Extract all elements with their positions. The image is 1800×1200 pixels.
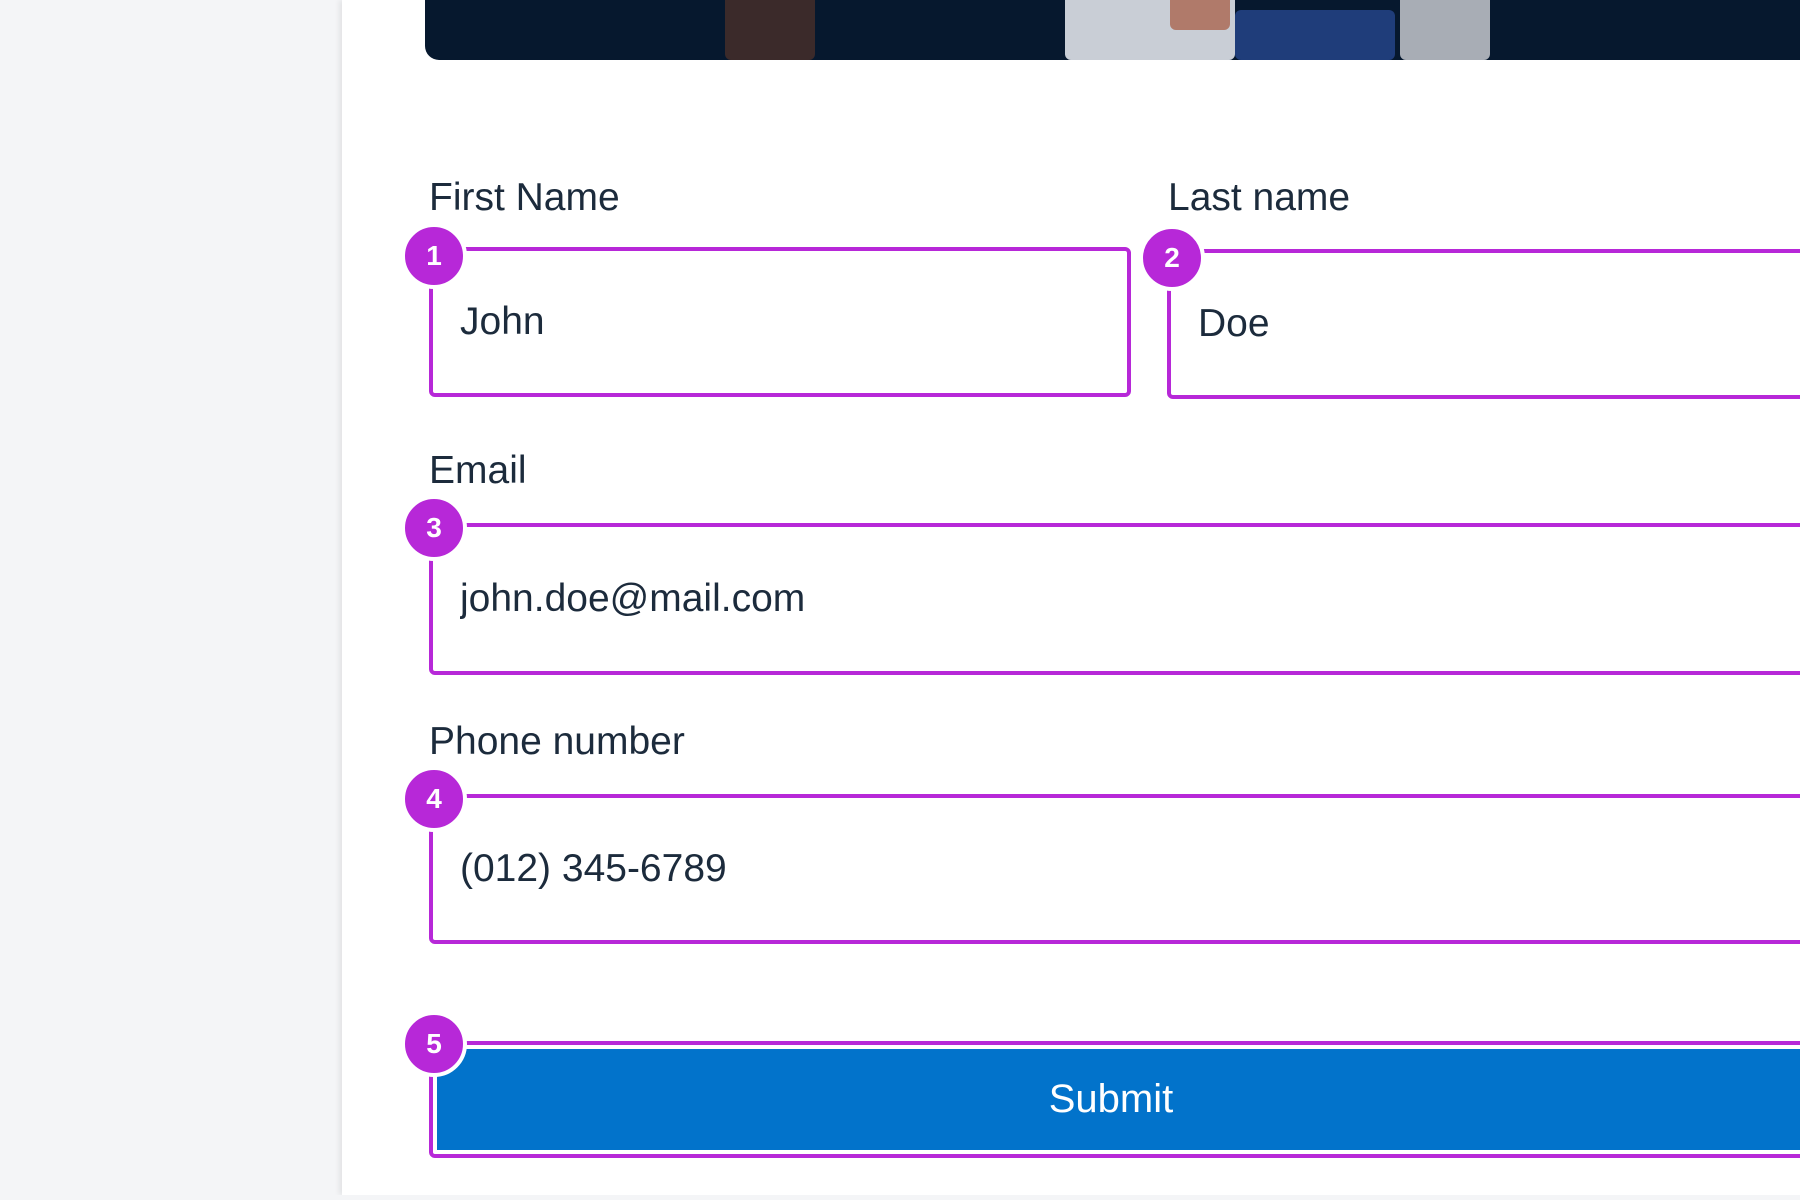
email-label: Email [429, 449, 527, 492]
phone-number-input[interactable] [460, 798, 1800, 940]
hero-figure-hands [1170, 0, 1230, 30]
submit-button-outline: Submit [429, 1041, 1800, 1158]
email-field[interactable] [429, 523, 1800, 675]
hero-figure-left [725, 0, 815, 60]
last-name-field[interactable] [1167, 249, 1800, 399]
annotation-badge-1: 1 [401, 223, 467, 289]
last-name-input[interactable] [1198, 253, 1800, 395]
page: First Name 1 Last name 2 Email 3 Phone n… [0, 0, 1800, 1200]
annotation-badge-5: 5 [401, 1011, 467, 1077]
annotation-badge-4: 4 [401, 766, 467, 832]
hero-figure-right [1400, 0, 1490, 60]
annotation-badge-2: 2 [1139, 225, 1205, 291]
hero-image [425, 0, 1800, 60]
bottom-edge [0, 1195, 1800, 1200]
email-input[interactable] [460, 527, 1800, 671]
left-sidebar-panel [0, 0, 342, 1195]
first-name-field[interactable] [429, 247, 1131, 397]
hero-figure-suit [1235, 10, 1395, 60]
first-name-label: First Name [429, 176, 620, 219]
phone-number-field[interactable] [429, 794, 1800, 944]
phone-number-label: Phone number [429, 720, 685, 763]
submit-button[interactable]: Submit [437, 1049, 1800, 1150]
first-name-input[interactable] [460, 251, 1114, 393]
submit-button-label: Submit [1048, 1077, 1174, 1121]
last-name-label: Last name [1168, 176, 1351, 219]
annotation-badge-3: 3 [401, 495, 467, 561]
